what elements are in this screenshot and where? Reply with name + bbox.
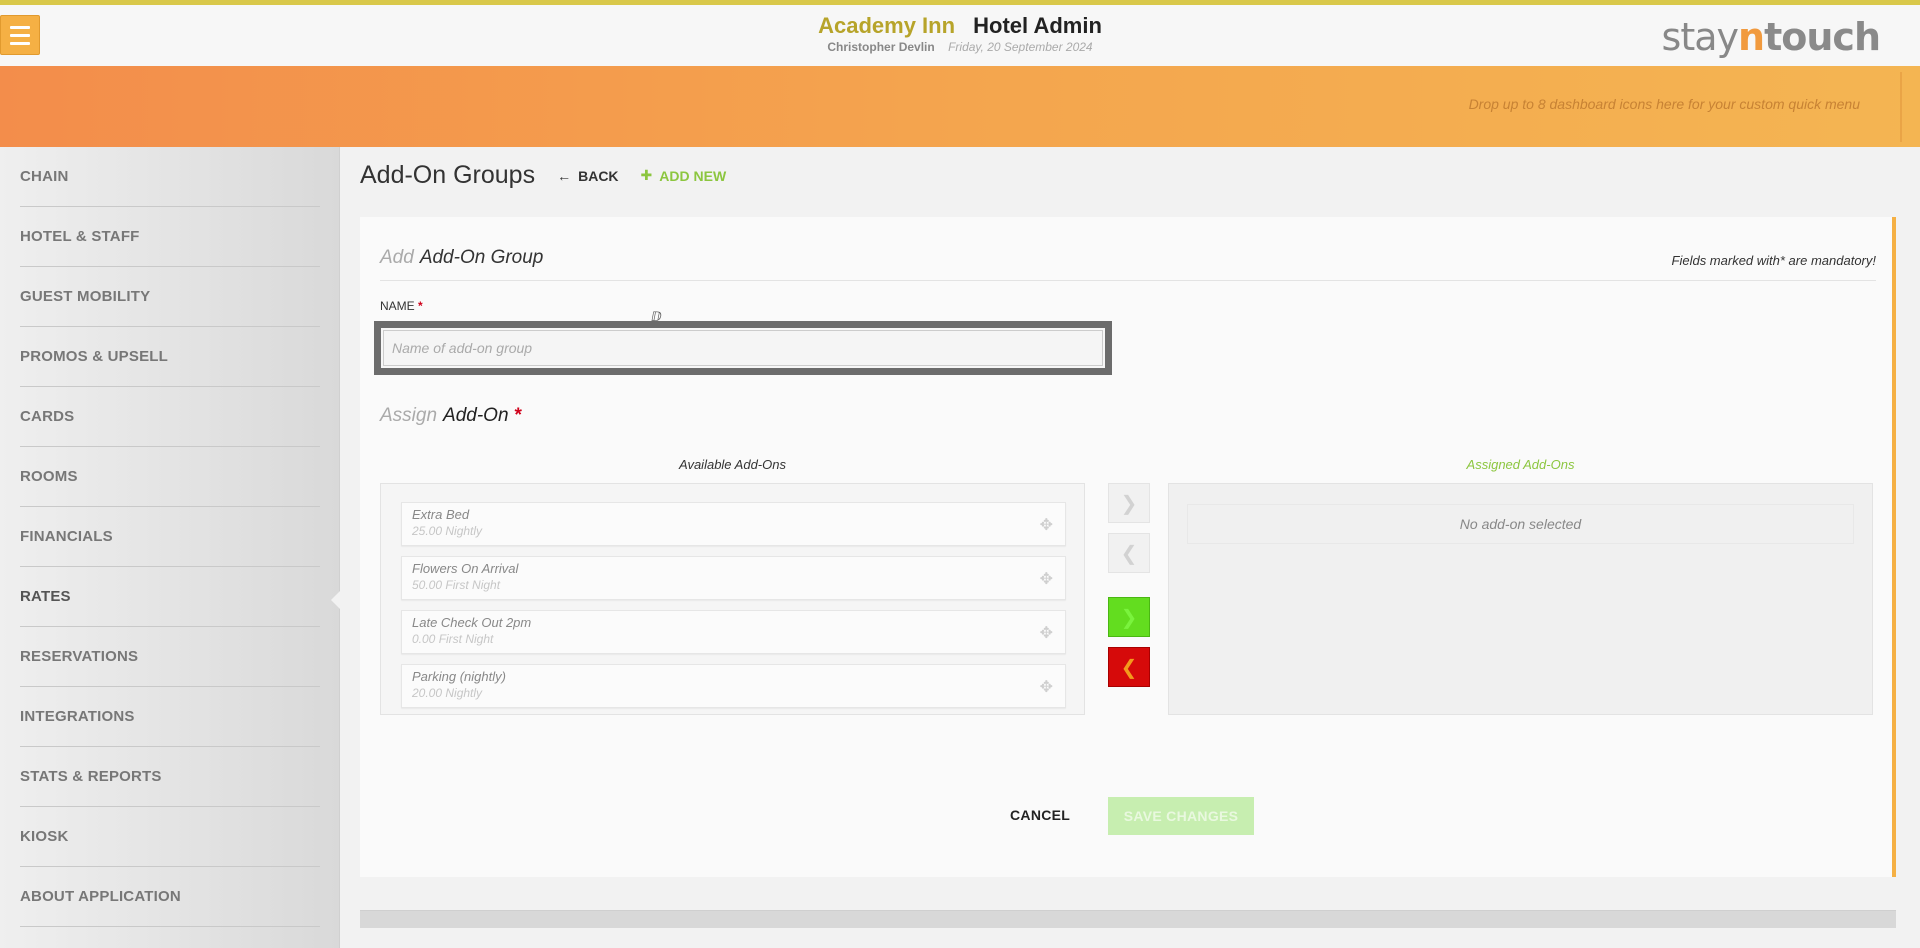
page-header: Add-On Groups ← BACK ✚ ADD NEW	[360, 161, 726, 190]
add-new-button[interactable]: ✚ ADD NEW	[641, 167, 727, 184]
cancel-button[interactable]: CANCEL	[1010, 807, 1070, 823]
main-content: Add-On Groups ← BACK ✚ ADD NEW Add Add-On…	[340, 147, 1920, 948]
sidebar-item-integrations[interactable]: INTEGRATIONS	[20, 687, 320, 747]
chevron-left-icon: ❮	[1120, 542, 1138, 565]
addon-price: 50.00 First Night	[412, 578, 501, 592]
chevron-right-icon: ❯	[1120, 606, 1138, 629]
hotel-name: Academy Inn	[818, 13, 956, 38]
add-new-label: ADD NEW	[659, 167, 727, 184]
available-add-ons-list[interactable]: Extra Bed 25.00 Nightly ✥ Flowers On Arr…	[380, 483, 1085, 715]
sidebar-item-financials[interactable]: FINANCIALS	[20, 507, 320, 567]
sidebar-item-reservations[interactable]: RESERVATIONS	[20, 627, 320, 687]
list-item[interactable]: Extra Bed 25.00 Nightly ✥	[401, 502, 1066, 546]
addon-price: 0.00 First Night	[412, 632, 494, 646]
sidebar-item-about-application[interactable]: ABOUT APPLICATION	[20, 867, 320, 927]
available-add-ons-caption: Available Add-Ons	[679, 457, 786, 472]
sidebar-item-cards[interactable]: CARDS	[20, 387, 320, 447]
add-on-group-form: Add Add-On Group Fields marked with* are …	[360, 217, 1896, 877]
drag-handle-icon[interactable]: ✥	[1040, 515, 1053, 535]
sidebar-item-stats-reports[interactable]: STATS & REPORTS	[20, 747, 320, 807]
dashboard-divider	[1900, 72, 1902, 142]
assign-title-prefix: Assign	[380, 405, 438, 426]
drag-handle-icon[interactable]: ✥	[1040, 677, 1053, 697]
move-left-button[interactable]: ❮	[1108, 533, 1150, 573]
move-right-button[interactable]: ❯	[1108, 483, 1150, 523]
name-label-text: NAME	[380, 299, 415, 313]
back-arrow-icon: ←	[557, 167, 572, 184]
form-title-prefix: Add	[380, 247, 414, 268]
horizontal-scrollbar[interactable]	[360, 910, 1896, 928]
addon-name: Late Check Out 2pm	[412, 615, 532, 630]
list-item[interactable]: Parking (nightly) 20.00 Nightly ✥	[401, 664, 1066, 708]
sidebar-item-promos-upsell[interactable]: PROMOS & UPSELL	[20, 327, 320, 387]
name-field-wrapper	[374, 321, 1112, 375]
sidebar-item-label: ROOMS	[20, 468, 78, 485]
addon-name: Extra Bed	[412, 507, 470, 522]
move-all-left-button[interactable]: ❮	[1108, 647, 1150, 687]
required-mark: *	[513, 405, 522, 426]
drag-handle-icon[interactable]: ✥	[1040, 569, 1053, 589]
form-title-main: Add-On Group	[419, 247, 544, 268]
top-header: Academy Inn Hotel Admin Christopher Devl…	[0, 0, 1920, 66]
assigned-add-ons-list[interactable]: No add-on selected	[1168, 483, 1873, 715]
sidebar-item-hotel-staff[interactable]: HOTEL & STAFF	[20, 207, 320, 267]
name-input[interactable]	[383, 330, 1103, 366]
sidebar-item-label: RATES	[20, 588, 71, 605]
sidebar-item-label: RESERVATIONS	[20, 648, 139, 665]
stayntouch-logo: stayntouch	[1661, 15, 1881, 59]
sidebar-item-chain[interactable]: CHAIN	[20, 147, 320, 207]
sidebar-item-label: CARDS	[20, 408, 75, 425]
drag-handle-icon[interactable]: ✥	[1040, 623, 1053, 643]
back-label: BACK	[578, 167, 619, 184]
mandatory-note: Fields marked with* are mandatory!	[1671, 253, 1876, 268]
list-item[interactable]: Late Check Out 2pm 0.00 First Night ✥	[401, 610, 1066, 654]
form-title: Add Add-On Group	[380, 247, 543, 268]
assign-add-on-title: Assign Add-On *	[380, 405, 521, 427]
sidebar-item-rates[interactable]: RATES	[20, 567, 342, 627]
sidebar: CHAIN HOTEL & STAFF GUEST MOBILITY PROMO…	[0, 147, 342, 948]
sidebar-item-label: KIOSK	[20, 828, 69, 845]
sidebar-item-rooms[interactable]: ROOMS	[20, 447, 320, 507]
dashboard-quick-menu-bar[interactable]: Drop up to 8 dashboard icons here for yo…	[0, 66, 1920, 147]
save-changes-button[interactable]: SAVE CHANGES	[1108, 797, 1254, 835]
sidebar-item-label: STATS & REPORTS	[20, 768, 162, 785]
sidebar-item-label: CHAIN	[20, 168, 69, 185]
addon-price: 25.00 Nightly	[412, 524, 483, 538]
plus-icon: ✚	[640, 167, 653, 183]
chevron-right-icon: ❯	[1120, 492, 1138, 515]
empty-state: No add-on selected	[1187, 504, 1854, 544]
addon-price: 20.00 Nightly	[412, 686, 483, 700]
form-header: Add Add-On Group Fields marked with* are …	[380, 247, 1876, 281]
user-name: Christopher Devlin	[827, 40, 935, 54]
assign-title-main: Add-On	[443, 405, 509, 426]
sidebar-item-label: GUEST MOBILITY	[20, 288, 151, 305]
app-name: Hotel Admin	[973, 13, 1102, 38]
sidebar-item-label: INTEGRATIONS	[20, 708, 135, 725]
sidebar-item-label: HOTEL & STAFF	[20, 228, 140, 245]
header-title: Academy Inn Hotel Admin	[0, 13, 1920, 39]
chevron-left-icon: ❮	[1120, 656, 1138, 679]
header-info: Academy Inn Hotel Admin Christopher Devl…	[0, 13, 1920, 54]
page-title: Add-On Groups	[360, 161, 536, 189]
move-all-right-button[interactable]: ❯	[1108, 597, 1150, 637]
back-button[interactable]: ← BACK	[557, 168, 618, 184]
sidebar-item-label: ABOUT APPLICATION	[20, 888, 181, 905]
required-mark: *	[418, 299, 423, 313]
addon-name: Parking (nightly)	[412, 669, 506, 684]
list-item[interactable]: Flowers On Arrival 50.00 First Night ✥	[401, 556, 1066, 600]
sidebar-item-kiosk[interactable]: KIOSK	[20, 807, 320, 867]
dashboard-hint: Drop up to 8 dashboard icons here for yo…	[1468, 96, 1860, 112]
assigned-add-ons-caption: Assigned Add-Ons	[1466, 457, 1575, 472]
name-label: NAME *	[380, 299, 423, 313]
header-subtitle: Christopher Devlin Friday, 20 September …	[0, 40, 1920, 54]
current-date: Friday, 20 September 2024	[948, 40, 1093, 54]
sidebar-item-guest-mobility[interactable]: GUEST MOBILITY	[20, 267, 320, 327]
sidebar-item-label: PROMOS & UPSELL	[20, 348, 169, 365]
addon-name: Flowers On Arrival	[412, 561, 519, 576]
sidebar-item-label: FINANCIALS	[20, 528, 113, 545]
